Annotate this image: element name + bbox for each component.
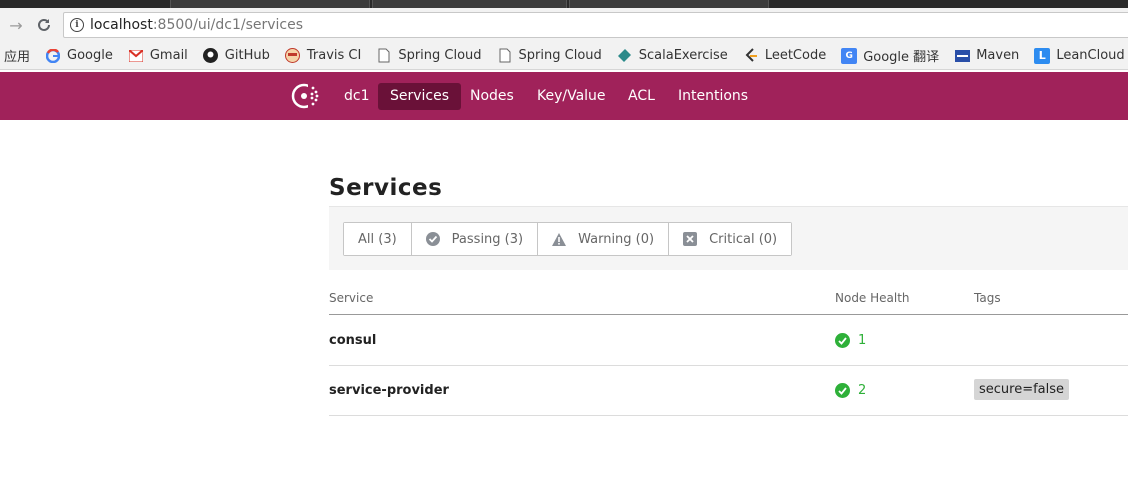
page-icon <box>497 48 513 64</box>
bookmark-leetcode[interactable]: LeetCode <box>743 48 826 64</box>
browser-tab[interactable] <box>372 0 567 8</box>
url-path: :8500/ui/dc1/services <box>152 17 304 33</box>
column-header-tags[interactable]: Tags <box>974 291 1001 305</box>
check-circle-icon <box>835 383 850 398</box>
page-title: Services <box>329 175 443 201</box>
filter-critical-button[interactable]: Critical (0) <box>669 223 792 255</box>
browser-tab-strip <box>0 0 1128 8</box>
column-header-service[interactable]: Service <box>329 291 373 305</box>
node-health: 2 <box>835 383 866 398</box>
address-bar[interactable]: i localhost:8500/ui/dc1/services <box>63 12 1128 38</box>
node-health-count: 1 <box>858 333 867 348</box>
bookmark-leancloud[interactable]: L LeanCloud <box>1034 47 1125 64</box>
service-name[interactable]: consul <box>329 333 376 348</box>
google-icon <box>45 48 61 64</box>
filter-warning-button[interactable]: Warning (0) <box>538 223 670 255</box>
bookmark-maven[interactable]: Maven <box>954 48 1019 64</box>
health-filter-group: All (3) Passing (3) Warning (0) Critical… <box>343 222 793 256</box>
bookmarks-bar: 应用 Google Gmail GitHub Travis CI Spring … <box>0 42 1128 70</box>
nav-key-value[interactable]: Key/Value <box>525 83 618 110</box>
table-row[interactable]: service-provider 2 secure=false <box>329 366 1128 416</box>
translate-icon: G <box>841 47 858 64</box>
nav-intentions[interactable]: Intentions <box>666 83 760 110</box>
node-health-count: 2 <box>858 383 867 398</box>
leetcode-icon <box>743 48 759 64</box>
bookmark-travis[interactable]: Travis CI <box>285 48 361 64</box>
maven-icon <box>954 48 970 64</box>
bookmark-spring-cloud-2[interactable]: Spring Cloud <box>497 48 602 64</box>
bookmark-google-translate[interactable]: G Google 翻译 <box>841 46 939 65</box>
bookmark-scalaexercise[interactable]: ScalaExercise <box>617 48 728 64</box>
forward-arrow-icon[interactable]: → <box>5 15 27 35</box>
consul-logo-icon[interactable] <box>291 83 321 109</box>
column-header-node-health[interactable]: Node Health <box>835 291 910 305</box>
table-row[interactable]: consul 1 <box>329 316 1128 366</box>
check-circle-icon <box>835 333 850 348</box>
info-icon[interactable]: i <box>70 18 84 32</box>
bookmark-apps[interactable]: 应用 <box>4 46 30 65</box>
nav-services[interactable]: Services <box>378 83 462 110</box>
filter-all-button[interactable]: All (3) <box>344 223 412 255</box>
nav-nodes[interactable]: Nodes <box>458 83 526 110</box>
gmail-icon <box>128 48 144 64</box>
page-icon <box>376 48 392 64</box>
consul-top-nav: dc1 Services Nodes Key/Value ACL Intenti… <box>0 72 1128 120</box>
bookmark-spring-cloud-1[interactable]: Spring Cloud <box>376 48 482 64</box>
datacenter-selector[interactable]: dc1 <box>332 83 382 110</box>
filter-bar: All (3) Passing (3) Warning (0) Critical… <box>329 206 1128 270</box>
passing-icon <box>425 232 440 246</box>
bookmark-github[interactable]: GitHub <box>203 48 270 64</box>
browser-tab[interactable] <box>170 0 370 8</box>
reload-icon[interactable] <box>33 15 55 35</box>
github-icon <box>203 48 219 64</box>
warning-icon <box>552 232 567 246</box>
table-header-divider <box>329 314 1128 315</box>
browser-toolbar: → i localhost:8500/ui/dc1/services <box>0 8 1128 42</box>
service-tag: secure=false <box>974 379 1070 400</box>
nav-acl[interactable]: ACL <box>616 83 667 110</box>
browser-tab[interactable] <box>569 0 769 8</box>
service-name[interactable]: service-provider <box>329 383 449 398</box>
leancloud-icon: L <box>1034 47 1051 64</box>
node-health: 1 <box>835 333 866 348</box>
url-host: localhost <box>90 17 153 33</box>
bookmark-gmail[interactable]: Gmail <box>128 48 188 64</box>
bookmark-google[interactable]: Google <box>45 48 113 64</box>
critical-icon <box>683 232 698 246</box>
scala-icon <box>617 48 633 64</box>
travis-icon <box>285 48 301 64</box>
filter-passing-button[interactable]: Passing (3) <box>411 223 539 255</box>
